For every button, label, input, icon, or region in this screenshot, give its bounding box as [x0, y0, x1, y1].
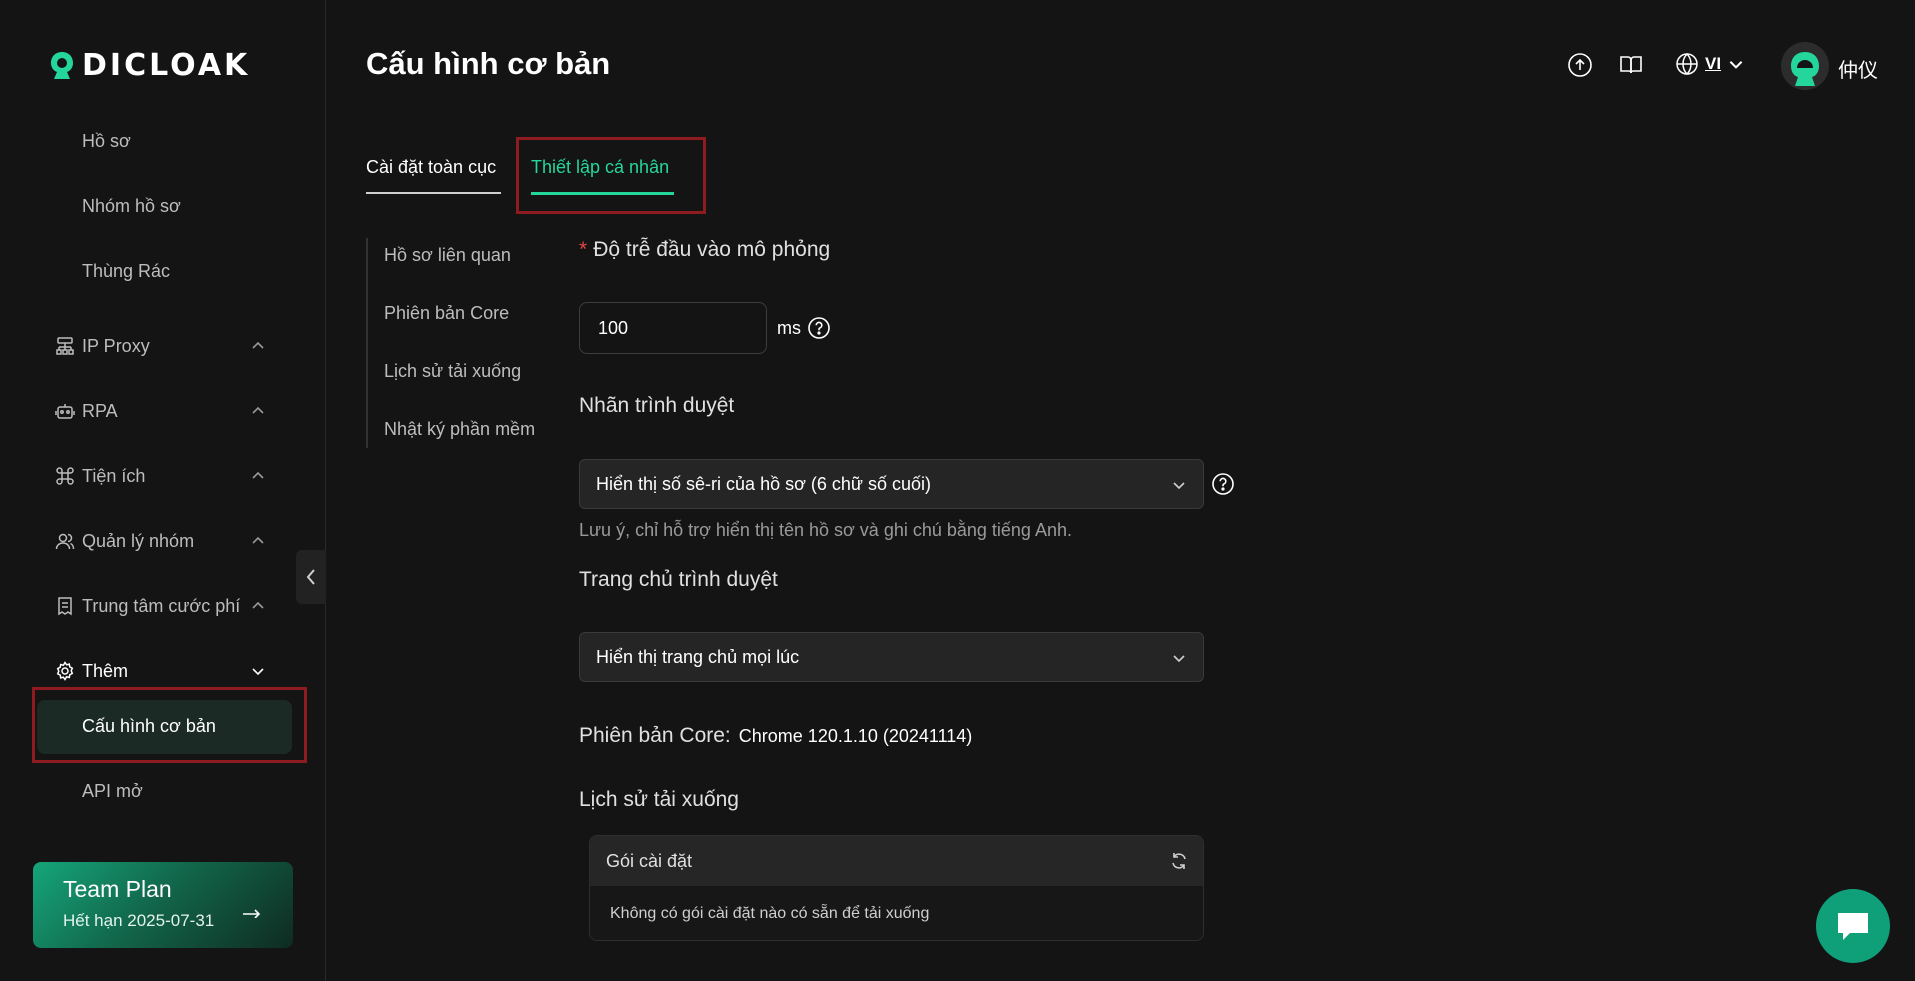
core-version-label: Phiên bản Core:: [579, 724, 731, 747]
subnav-download-history[interactable]: Lịch sử tải xuống: [384, 361, 521, 382]
chevron-down-icon: [252, 668, 264, 676]
browser-label-note: Lưu ý, chỉ hỗ trợ hiển thị tên hồ sơ và …: [579, 520, 1072, 540]
sidebar-group-utilities[interactable]: Tiện ích: [54, 465, 274, 487]
core-version-value: Chrome 120.1.10 (20241114): [738, 726, 973, 746]
sidebar-group-label: Tiện ích: [82, 465, 146, 486]
sidebar-item-profile-groups[interactable]: Nhóm hồ sơ: [82, 196, 181, 217]
arrow-right-icon: [243, 909, 261, 918]
user-avatar-icon: [1781, 42, 1829, 90]
collapse-sidebar-button[interactable]: [296, 550, 326, 604]
highlight-box: [516, 137, 706, 214]
avatar[interactable]: [1781, 42, 1829, 90]
help-icon[interactable]: [807, 316, 831, 340]
delay-label-text: Độ trễ đầu vào mô phỏng: [593, 238, 831, 261]
homepage-title: Trang chủ trình duyệt: [579, 568, 778, 591]
sidebar-group-ip-proxy[interactable]: IP Proxy: [54, 335, 274, 357]
download-table-header-label: Gói cài đặt: [606, 850, 693, 871]
download-table-header: Gói cài đặt: [590, 836, 1203, 886]
chevron-up-icon: [252, 536, 264, 544]
sidebar-group-more[interactable]: Thêm: [54, 660, 274, 682]
tab-global-underline: [366, 192, 501, 194]
help-icon[interactable]: [1211, 472, 1235, 496]
users-icon: [54, 530, 76, 552]
language-selector[interactable]: VI: [1675, 52, 1745, 76]
sidebar-group-label: Quản lý nhóm: [82, 530, 195, 551]
sidebar-group-rpa[interactable]: RPA: [54, 400, 274, 422]
subnav-divider: [366, 238, 368, 448]
plan-expiry: Hết hạn 2025-07-31: [63, 911, 215, 930]
chat-support-button[interactable]: [1816, 889, 1890, 963]
chevron-down-icon: [1173, 482, 1185, 490]
browser-label-select[interactable]: Hiển thị số sê-ri của hồ sơ (6 chữ số cu…: [579, 459, 1204, 509]
chevron-up-icon: [252, 471, 264, 479]
chevron-up-icon: [252, 341, 264, 349]
dicloak-logo[interactable]: DICLOAK: [48, 48, 250, 83]
sidebar-group-label: Trung tâm cước phí: [82, 595, 241, 616]
logo-mark-icon: [51, 51, 73, 79]
sidebar-group-team-management[interactable]: Quản lý nhóm: [54, 530, 274, 552]
subnav-software-log[interactable]: Nhật ký phần mềm: [384, 419, 535, 440]
network-icon: [54, 335, 76, 357]
language-code: VI: [1705, 54, 1722, 73]
plan-title: Team Plan: [63, 876, 172, 902]
sidebar-item-open-api[interactable]: API mở: [82, 781, 143, 802]
subnav-core-version[interactable]: Phiên bản Core: [384, 303, 509, 324]
chevron-left-icon: [306, 569, 315, 585]
billing-icon: [54, 595, 76, 617]
sidebar-group-label: IP Proxy: [82, 335, 150, 356]
sidebar-group-billing[interactable]: Trung tâm cước phí: [54, 595, 274, 617]
sidebar-group-label: RPA: [82, 400, 118, 421]
page-title: Cấu hình cơ bản: [366, 46, 611, 81]
team-plan-card[interactable]: Team Plan Hết hạn 2025-07-31: [33, 862, 293, 948]
gear-icon: [54, 660, 76, 682]
delay-label: * Độ trễ đầu vào mô phỏng: [579, 238, 830, 262]
download-history-title: Lịch sử tải xuống: [579, 788, 739, 811]
homepage-select[interactable]: Hiển thị trang chủ mọi lúc: [579, 632, 1204, 682]
chevron-up-icon: [252, 601, 264, 609]
chevron-up-icon: [252, 406, 264, 414]
chevron-down-icon: [1729, 61, 1743, 69]
chat-icon: [1838, 913, 1868, 940]
sidebar-group-label: Thêm: [82, 660, 129, 681]
sidebar-item-profiles[interactable]: Hồ sơ: [82, 131, 131, 152]
core-version-row: Phiên bản Core: Chrome 120.1.10 (20241114…: [579, 724, 972, 748]
download-table: Gói cài đặt Không có gói cài đặt nào có …: [589, 835, 1204, 941]
delay-unit: ms: [777, 318, 801, 338]
robot-icon: [54, 400, 76, 422]
refresh-icon[interactable]: [1169, 851, 1189, 871]
homepage-selected: Hiển thị trang chủ mọi lúc: [596, 646, 800, 667]
browser-label-selected: Hiển thị số sê-ri của hồ sơ (6 chữ số cu…: [596, 473, 931, 494]
logo-text: DICLOAK: [82, 48, 251, 83]
book-icon[interactable]: [1618, 52, 1644, 78]
chevron-down-icon: [1173, 655, 1185, 663]
username[interactable]: 仲仪: [1838, 54, 1878, 83]
sidebar-item-trash[interactable]: Thùng Rác: [82, 261, 170, 282]
command-icon: [54, 465, 76, 487]
subnav-related-profiles[interactable]: Hồ sơ liên quan: [384, 245, 511, 266]
browser-label-title: Nhãn trình duyệt: [579, 394, 735, 417]
tab-global-settings[interactable]: Cài đặt toàn cục: [366, 157, 496, 178]
highlight-box: [32, 687, 307, 763]
download-table-empty: Không có gói cài đặt nào có sẵn để tải x…: [590, 886, 1203, 940]
required-marker: *: [579, 238, 588, 261]
upload-icon[interactable]: [1567, 52, 1593, 78]
sidebar: DICLOAK Hồ sơ Nhóm hồ sơ Thùng Rác IP Pr…: [0, 0, 326, 981]
delay-input[interactable]: 100: [579, 302, 767, 354]
globe-icon: [1676, 52, 1698, 76]
